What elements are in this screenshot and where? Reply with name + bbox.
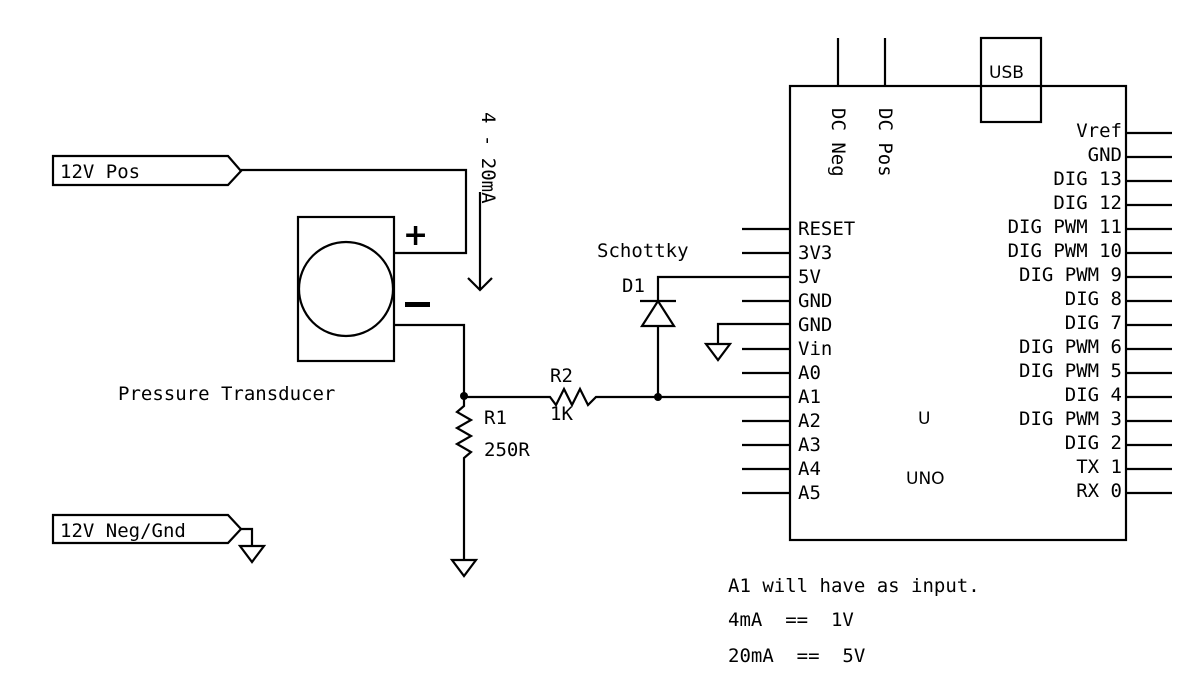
arduino-model: UNO xyxy=(906,469,945,489)
r1-value: 250R xyxy=(484,439,530,461)
pin-label-3v3: 3V3 xyxy=(798,242,832,264)
wire-12v-pos xyxy=(241,168,468,255)
r1-zigzag-icon xyxy=(454,396,474,560)
pin-label-dig-pwm-3: DIG PWM 3 xyxy=(1019,408,1122,430)
pin-label-dc-pos: DC Pos xyxy=(874,108,896,177)
pin-label-a2: A2 xyxy=(798,410,821,432)
pin-label-gnd: GND xyxy=(798,290,832,312)
pin-label-vref: Vref xyxy=(1076,120,1122,142)
pin-label-tx-1: TX 1 xyxy=(1076,456,1122,478)
wire-gnd xyxy=(716,322,790,344)
r1-ref: R1 xyxy=(484,407,507,429)
net-label-12v-neg: 12V Neg/Gnd xyxy=(51,513,267,564)
pin-label-gnd: GND xyxy=(798,314,832,336)
ground-symbol-icon xyxy=(237,544,267,564)
wire-neg-gnd xyxy=(241,527,254,546)
pin-label-dig-8: DIG 8 xyxy=(1065,288,1122,310)
transducer-label: Pressure Transducer xyxy=(118,383,335,405)
schematic-canvas: 12V Pos 4 - 20mA + Pressure Transducer R… xyxy=(51,36,1172,667)
pin-label-rx-0: RX 0 xyxy=(1076,480,1122,502)
pin-label-dig-pwm-6: DIG PWM 6 xyxy=(1019,336,1122,358)
transducer-minus-terminal xyxy=(405,302,430,307)
current-annotation: 4 - 20mA xyxy=(467,112,499,292)
pin-label-gnd: GND xyxy=(1088,144,1122,166)
pin-label-a0: A0 xyxy=(798,362,821,384)
r2-value: 1K xyxy=(550,403,573,425)
pin-label-a1: A1 xyxy=(798,386,821,408)
net-label-text: 12V Pos xyxy=(60,161,140,183)
notes: A1 will have as input. 4mA == 1V 20mA ==… xyxy=(728,575,980,667)
pin-label-vin: Vin xyxy=(798,338,832,360)
pin-label-a5: A5 xyxy=(798,482,821,504)
pin-label-a3: A3 xyxy=(798,434,821,456)
pin-label-reset: RESET xyxy=(798,218,855,240)
pin-label-dig-pwm-9: DIG PWM 9 xyxy=(1019,264,1122,286)
arduino-ref: U xyxy=(918,409,930,429)
pin-label-a4: A4 xyxy=(798,458,821,480)
diode-type-label: Schottky xyxy=(597,240,689,262)
pin-label-dig-12: DIG 12 xyxy=(1053,192,1122,214)
pin-label-dig-pwm-11: DIG PWM 11 xyxy=(1008,216,1122,238)
note-line: A1 will have as input. xyxy=(728,575,980,597)
r2-ref: R2 xyxy=(550,365,573,387)
ground-symbol-icon xyxy=(449,558,479,578)
pin-label-dig-4: DIG 4 xyxy=(1065,384,1122,406)
pin-label-dig-2: DIG 2 xyxy=(1065,432,1122,454)
transducer-sensor-icon xyxy=(297,240,395,338)
arduino-uno: USB DC Neg DC Pos U UNO RESET3V35VGNDGND… xyxy=(742,36,1172,542)
pin-label-dig-pwm-10: DIG PWM 10 xyxy=(1008,240,1122,262)
transducer-body xyxy=(296,215,396,363)
pressure-transducer: + Pressure Transducer xyxy=(118,215,430,405)
ground-symbol-icon xyxy=(703,342,733,362)
net-label-text: 12V Neg/Gnd xyxy=(60,520,186,542)
net-label-12v-pos: 12V Pos xyxy=(51,154,243,187)
wire-transducer-neg xyxy=(394,323,466,396)
current-annotation-text: 4 - 20mA xyxy=(477,112,499,204)
transducer-plus-terminal: + xyxy=(403,218,428,253)
pin-label-dig-pwm-5: DIG PWM 5 xyxy=(1019,360,1122,382)
pin-label-5v: 5V xyxy=(798,266,821,288)
pin-label-dig-13: DIG 13 xyxy=(1053,168,1122,190)
left-pin-group: RESET3V35VGNDGNDVinA0A1A2A3A4A5 xyxy=(742,218,855,504)
pin-label-dc-neg: DC Neg xyxy=(827,108,849,177)
usb-label: USB xyxy=(989,63,1024,83)
diode-triangle-icon xyxy=(639,298,677,328)
resistor-r1: R1 250R xyxy=(454,396,530,560)
pin-label-dig-7: DIG 7 xyxy=(1065,312,1122,334)
note-line: 4mA == 1V xyxy=(728,609,854,631)
wire-diode-to-5v xyxy=(656,275,790,301)
note-line: 20mA == 5V xyxy=(728,645,865,667)
diode-ref: D1 xyxy=(622,275,645,297)
right-pin-group: VrefGNDDIG 13DIG 12DIG PWM 11DIG PWM 10D… xyxy=(1008,120,1172,502)
